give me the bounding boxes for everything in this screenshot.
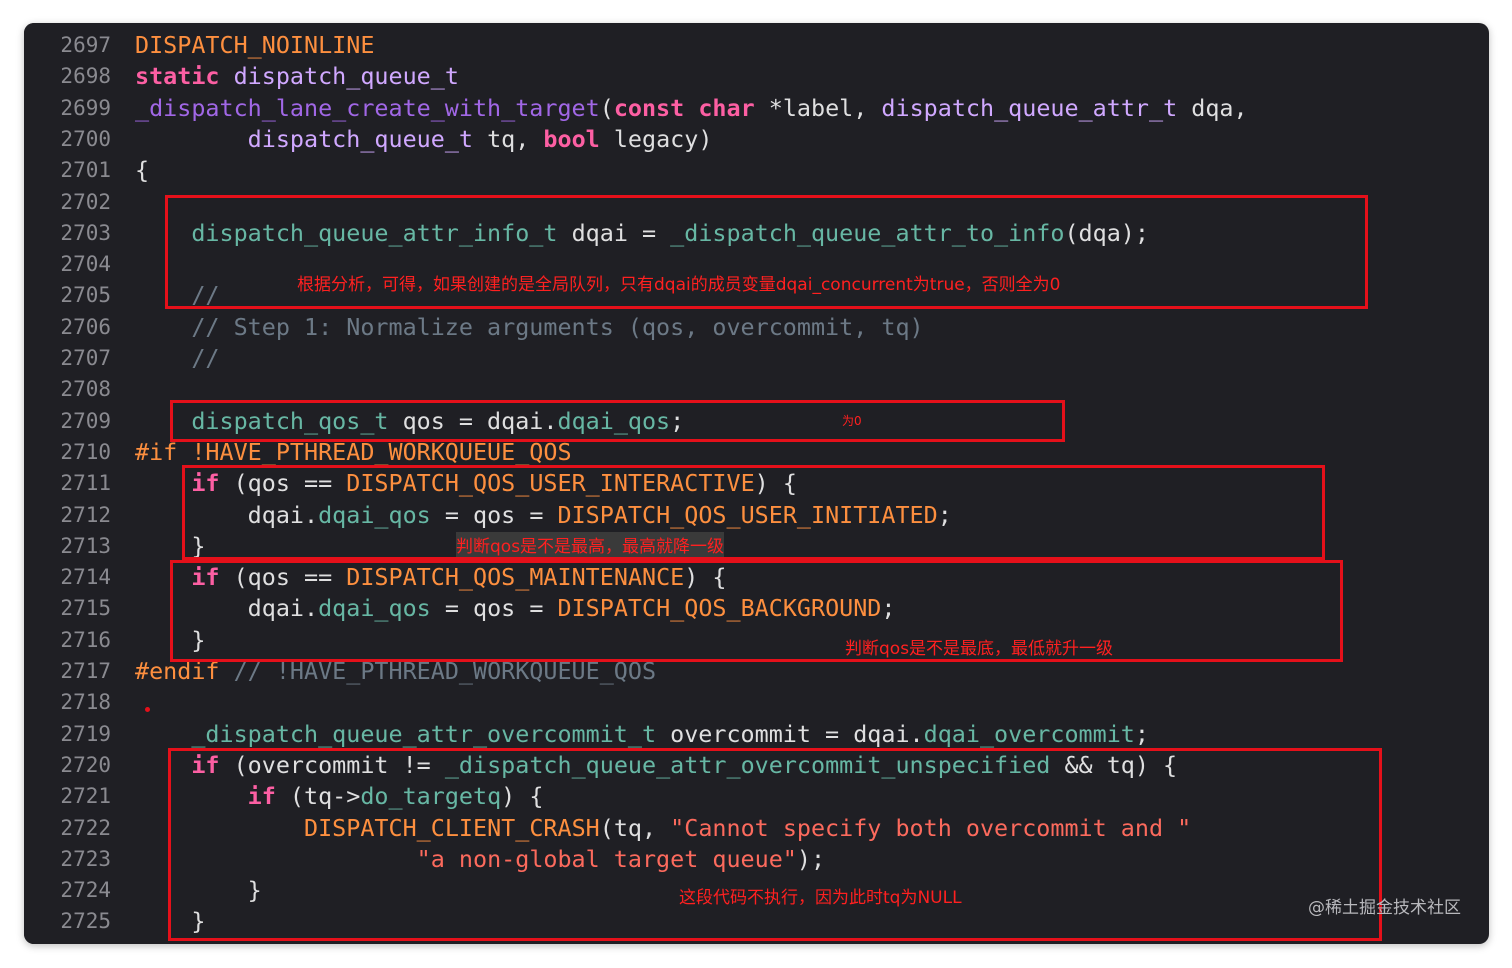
- code-line: dispatch_queue_t tq, bool legacy): [135, 124, 713, 155]
- annotation-note-dqai: 根据分析，可得，如果创建的是全局队列，只有dqai的成员变量dqai_concu…: [297, 275, 1061, 295]
- line-number: 2706: [60, 314, 111, 339]
- line-number: 2725: [60, 909, 111, 934]
- line-number: 2721: [60, 784, 111, 809]
- line-number: 2716: [60, 627, 111, 652]
- line-number: 2700: [60, 126, 111, 151]
- line-number: 2708: [60, 377, 111, 402]
- line-number: 2718: [60, 690, 111, 715]
- code-token: ;: [1134, 719, 1149, 748]
- line-number: 2711: [60, 471, 111, 496]
- code-token: dispatch_queue_attr_t: [881, 93, 1178, 122]
- code-line: //: [135, 343, 220, 374]
- code-token: _dispatch_lane_create_with_target: [135, 93, 600, 122]
- code-token: *label,: [754, 93, 882, 122]
- watermark: @稀土掘金技术社区: [1308, 898, 1461, 918]
- line-number: 2697: [60, 33, 111, 57]
- annotation-box-user-interactive: [182, 465, 1325, 560]
- annotation-note-qos-highest: 判断qos是不是最高，最高就降一级: [456, 532, 725, 557]
- code-token: (: [599, 93, 614, 122]
- code-token: tq,: [473, 124, 544, 153]
- code-line: _dispatch_lane_create_with_target(const …: [135, 93, 1248, 124]
- line-number: 2710: [60, 439, 111, 464]
- line-number: 2712: [60, 502, 111, 527]
- line-number: 2701: [60, 158, 111, 183]
- annotation-box-qos: [170, 400, 1065, 442]
- code-line: static dispatch_queue_t: [135, 61, 459, 92]
- line-number: 2714: [60, 565, 111, 590]
- line-number: 2724: [60, 878, 111, 903]
- code-line: // Step 1: Normalize arguments (qos, ove…: [135, 312, 924, 343]
- code-token: bool: [543, 124, 600, 153]
- code-line: _dispatch_queue_attr_overcommit_t overco…: [135, 719, 1149, 750]
- code-token: #if !HAVE_PTHREAD_WORKQUEUE_QOS: [135, 437, 572, 466]
- code-editor: 2697 2698 2699 2700 2701 2702 2703 2704 2705 2706…: [24, 23, 1489, 944]
- code-token: dispatch_queue_t: [247, 124, 473, 153]
- code-token: overcommit = dqai.: [656, 719, 924, 748]
- red-dot-marker: [145, 707, 150, 712]
- code-token: char: [698, 93, 755, 122]
- line-number: 2698: [60, 64, 111, 89]
- code-token: static: [135, 62, 220, 91]
- annotation-note-not-executed: 这段代码不执行，因为此时tq为NULL: [679, 888, 962, 908]
- code-token: const: [613, 93, 685, 122]
- line-number: 2702: [60, 189, 111, 214]
- line-number: 2723: [60, 846, 111, 871]
- line-number: 2720: [60, 752, 111, 777]
- annotation-note-qos-lowest: 判断qos是不是最底，最低就升一级: [845, 639, 1114, 659]
- code-token: dqai_overcommit: [923, 719, 1135, 748]
- code-token: DISPATCH_NOINLINE: [135, 31, 375, 59]
- line-number: 2717: [60, 659, 111, 683]
- code-token: dqa,: [1177, 93, 1248, 122]
- annotation-box-overcommit: [168, 748, 1382, 941]
- line-number-gutter: 2697 2698 2699 2700 2701 2702 2703 2704 2705 2706…: [24, 23, 120, 944]
- line-number: 2719: [60, 721, 111, 746]
- annotation-note-qos-zero: 为0: [842, 414, 862, 428]
- line-number: 2715: [60, 596, 111, 621]
- line-number: 2704: [60, 252, 111, 277]
- annotation-box-maintenance: [170, 560, 1343, 662]
- code-line: DISPATCH_NOINLINE: [135, 30, 374, 61]
- line-number: 2707: [60, 346, 111, 370]
- code-token: //: [135, 344, 220, 372]
- line-number: 2722: [60, 815, 111, 840]
- code-line: {: [135, 155, 149, 186]
- code-token: legacy): [599, 124, 713, 153]
- line-number: 2713: [60, 533, 111, 558]
- code-token: _dispatch_queue_attr_overcommit_t: [135, 719, 657, 748]
- code-token: {: [135, 156, 150, 185]
- line-number: 2699: [60, 95, 111, 120]
- line-number: 2709: [60, 408, 111, 433]
- code-token: // Step 1: Normalize arguments (qos, ove…: [135, 312, 924, 341]
- code-token: dispatch_queue_t: [233, 62, 459, 91]
- line-number: 2703: [60, 220, 111, 245]
- line-number: 2705: [60, 283, 111, 308]
